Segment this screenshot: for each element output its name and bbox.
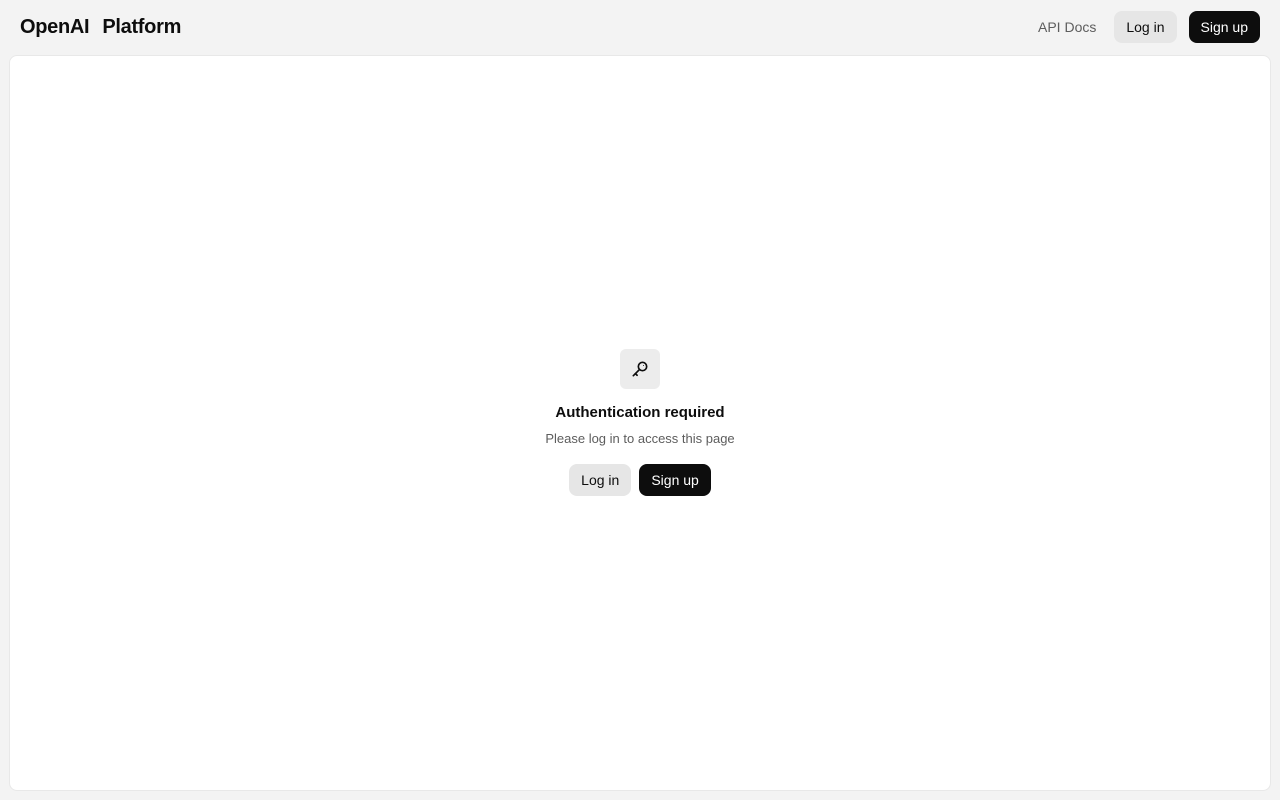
main-panel: Authentication required Please log in to…: [9, 55, 1271, 791]
top-bar: OpenAI Platform API Docs Log in Sign up: [0, 0, 1280, 55]
header-actions: API Docs Log in Sign up: [1038, 11, 1260, 43]
auth-subtitle: Please log in to access this page: [545, 431, 735, 446]
key-icon: [632, 361, 648, 377]
auth-required-box: Authentication required Please log in to…: [10, 349, 1270, 496]
brand-logo[interactable]: OpenAI Platform: [20, 16, 181, 39]
api-docs-link[interactable]: API Docs: [1038, 19, 1096, 35]
brand-product: Platform: [102, 16, 182, 38]
header-signup-button[interactable]: Sign up: [1188, 11, 1260, 43]
signup-button[interactable]: Sign up: [639, 464, 711, 496]
auth-title: Authentication required: [555, 404, 725, 421]
brand-name: OpenAI: [20, 16, 90, 38]
login-button[interactable]: Log in: [569, 464, 632, 496]
auth-actions: Log in Sign up: [569, 464, 711, 496]
key-icon-tile: [620, 349, 660, 389]
header-login-button[interactable]: Log in: [1114, 11, 1177, 43]
